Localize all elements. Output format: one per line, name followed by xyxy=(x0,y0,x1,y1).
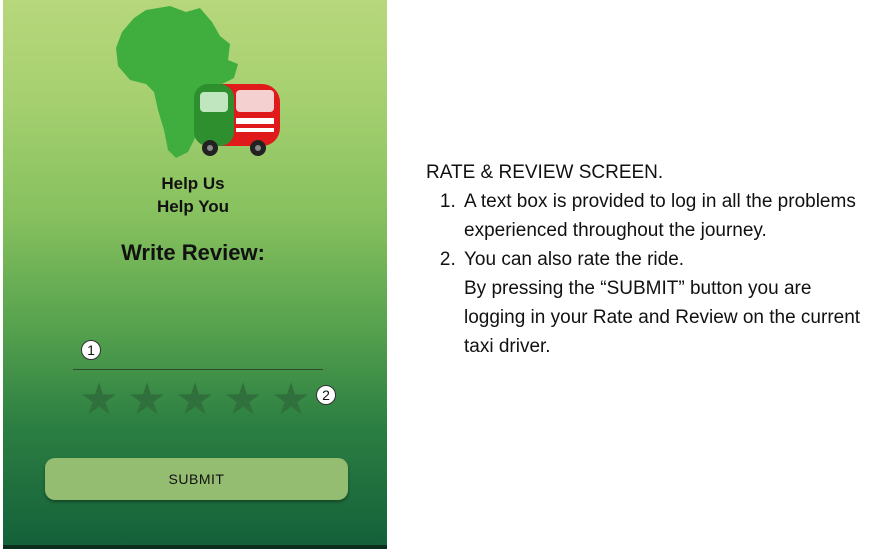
tagline-line-1: Help Us xyxy=(161,174,225,193)
page-title: Write Review: xyxy=(121,240,265,265)
app-screen: Help Us Help You Write Review: 1 ★ ★ ★ ★… xyxy=(3,0,387,545)
star-rating[interactable]: ★ ★ ★ ★ ★ xyxy=(79,378,319,422)
tagline-line-2: Help You xyxy=(156,197,230,216)
star-icon-5[interactable]: ★ xyxy=(271,378,311,422)
review-text-input[interactable] xyxy=(73,343,323,370)
description-item-2: You can also rate the ride. By pressing … xyxy=(461,245,871,361)
star-icon-4[interactable]: ★ xyxy=(223,378,263,422)
taxi-logo-icon xyxy=(194,84,280,156)
annotation-marker-2: 2 xyxy=(316,385,336,405)
annotation-marker-1: 1 xyxy=(81,340,101,360)
star-icon-2[interactable]: ★ xyxy=(127,378,167,422)
africa-taxi-logo-icon xyxy=(116,6,280,158)
phone-bottom-edge xyxy=(3,545,387,549)
submit-button[interactable]: SUBMIT xyxy=(45,458,348,500)
description-item-2-line-1: You can also rate the ride. xyxy=(464,249,685,270)
star-icon-1[interactable]: ★ xyxy=(79,378,119,422)
description-title: RATE & REVIEW SCREEN. xyxy=(426,162,664,183)
description-item-1: A text box is provided to log in all the… xyxy=(461,187,871,245)
star-icon-3[interactable]: ★ xyxy=(175,378,215,422)
description-list: A text box is provided to log in all the… xyxy=(426,187,871,361)
description-item-2-line-2: By pressing the “SUBMIT” button you are … xyxy=(464,278,861,357)
description-item-1-text: A text box is provided to log in all the… xyxy=(464,191,856,241)
description-panel: RATE & REVIEW SCREEN. A text box is prov… xyxy=(426,158,871,361)
